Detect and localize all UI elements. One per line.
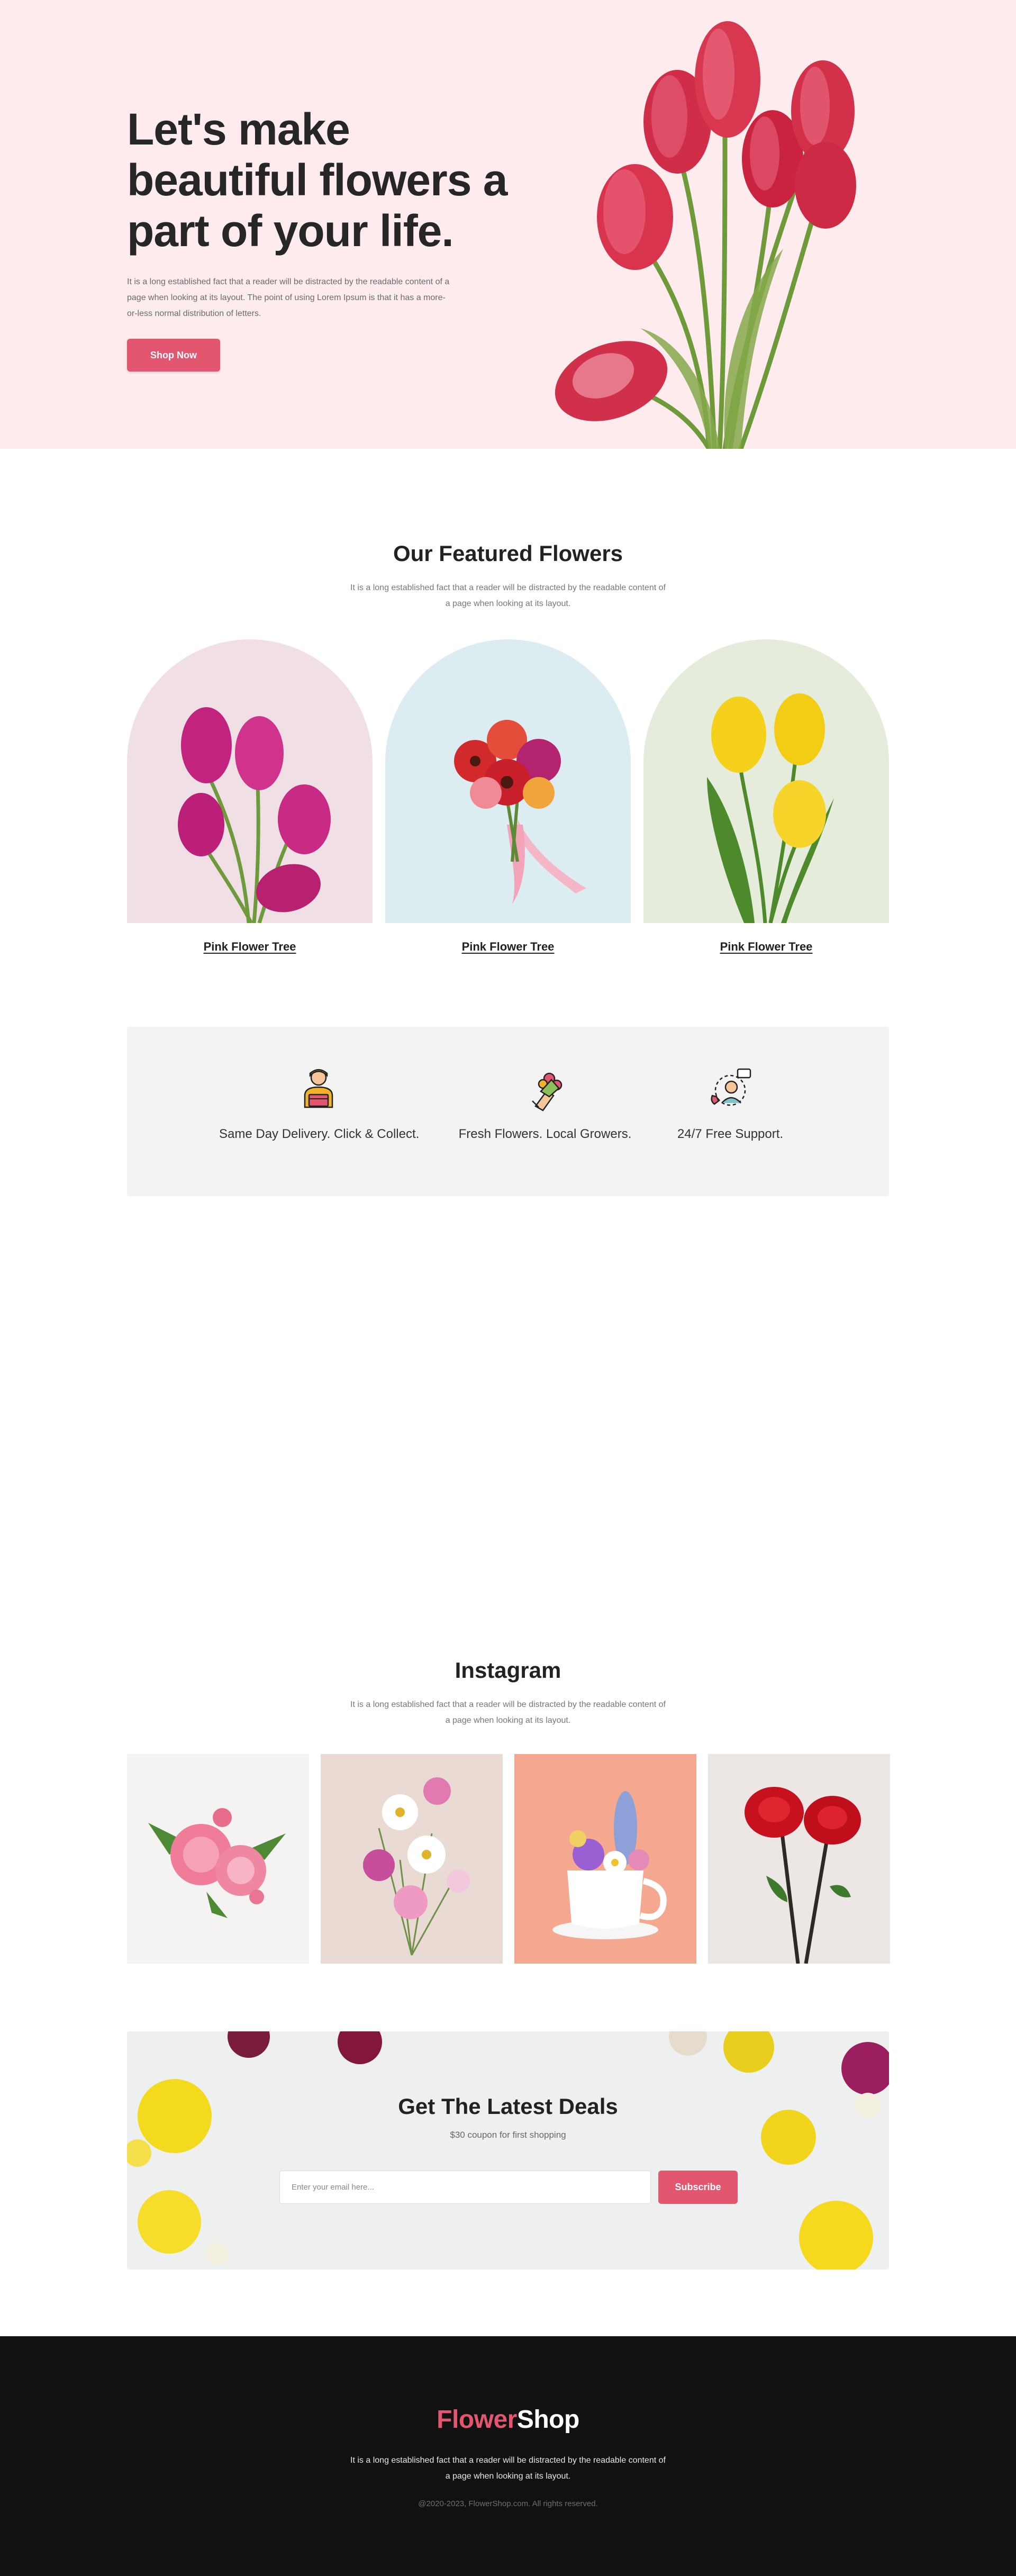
mixed-bouquet-image xyxy=(454,720,586,904)
featured-card-link-1[interactable]: Pink Flower Tree xyxy=(127,940,373,954)
pink-tulips-image xyxy=(178,707,331,923)
featured-subtitle: It is a long established fact that a rea… xyxy=(350,583,666,608)
instagram-post-2[interactable] xyxy=(321,1754,503,1964)
deals-section: Get The Latest Deals $30 coupon for firs… xyxy=(127,2031,889,2270)
featured-card-image-1[interactable] xyxy=(127,639,373,923)
featured-card-link-2[interactable]: Pink Flower Tree xyxy=(385,940,631,954)
red-roses-image xyxy=(745,1787,861,1964)
hero-description: It is a long established fact that a rea… xyxy=(127,277,450,318)
footer: FlowerShop It is a long established fact… xyxy=(0,2336,1016,2576)
email-field[interactable] xyxy=(279,2171,651,2204)
shop-now-button[interactable]: Shop Now xyxy=(127,339,220,372)
cosmos-flowers-image xyxy=(363,1777,470,1956)
footer-logo[interactable]: FlowerShop xyxy=(0,2405,1016,2434)
feature-support: 24/7 Free Support. xyxy=(667,1064,794,1142)
featured-card-image-3[interactable] xyxy=(643,639,889,923)
feature-fresh: Fresh Flowers. Local Growers. xyxy=(455,1064,635,1142)
deals-title: Get The Latest Deals xyxy=(398,2094,618,2119)
deals-subtitle: $30 coupon for first shopping xyxy=(450,2130,566,2140)
delivery-person-icon xyxy=(304,1069,333,1108)
features-strip: Same Day Delivery. Click & Collect. Fres… xyxy=(127,1027,889,1196)
copyright-text: @2020-2023, FlowerShop.com. All rights r… xyxy=(418,2499,598,2508)
feature-delivery-text: Same Day Delivery. Click & Collect. xyxy=(219,1127,420,1141)
instagram-post-4[interactable] xyxy=(708,1754,890,1964)
logo-flower-text: Flower xyxy=(437,2406,517,2434)
flowers-in-mug-image xyxy=(552,1791,667,1939)
logo-shop-text: Shop xyxy=(516,2406,579,2434)
feature-delivery: Same Day Delivery. Click & Collect. xyxy=(219,1064,420,1142)
featured-card-image-2[interactable] xyxy=(385,639,631,923)
instagram-subtitle: It is a long established fact that a rea… xyxy=(350,1700,666,1725)
featured-card-link-3[interactable]: Pink Flower Tree xyxy=(643,940,889,954)
instagram-post-1[interactable] xyxy=(127,1754,309,1964)
feature-fresh-text: Fresh Flowers. Local Growers. xyxy=(458,1127,632,1141)
hero-title: Let's make beautiful flowers a part of y… xyxy=(127,104,507,256)
support-agent-icon xyxy=(711,1068,751,1106)
hero-section: Let's make beautiful flowers a part of y… xyxy=(0,0,1016,449)
pink-roses-image xyxy=(148,1808,286,1918)
page: Let's make beautiful flowers a part of y… xyxy=(0,0,1016,2576)
yellow-tulips-image xyxy=(707,693,834,923)
feature-support-text: 24/7 Free Support. xyxy=(677,1127,784,1141)
subscribe-button[interactable]: Subscribe xyxy=(658,2171,738,2204)
bouquet-hand-icon xyxy=(532,1072,563,1111)
instagram-title: Instagram xyxy=(455,1658,561,1683)
featured-title: Our Featured Flowers xyxy=(393,541,623,566)
tulip-bouquet-image xyxy=(555,21,856,449)
deals-background-flowers xyxy=(127,2031,889,2270)
instagram-post-3[interactable] xyxy=(514,1754,696,1964)
footer-description: It is a long established fact that a rea… xyxy=(350,2456,666,2481)
